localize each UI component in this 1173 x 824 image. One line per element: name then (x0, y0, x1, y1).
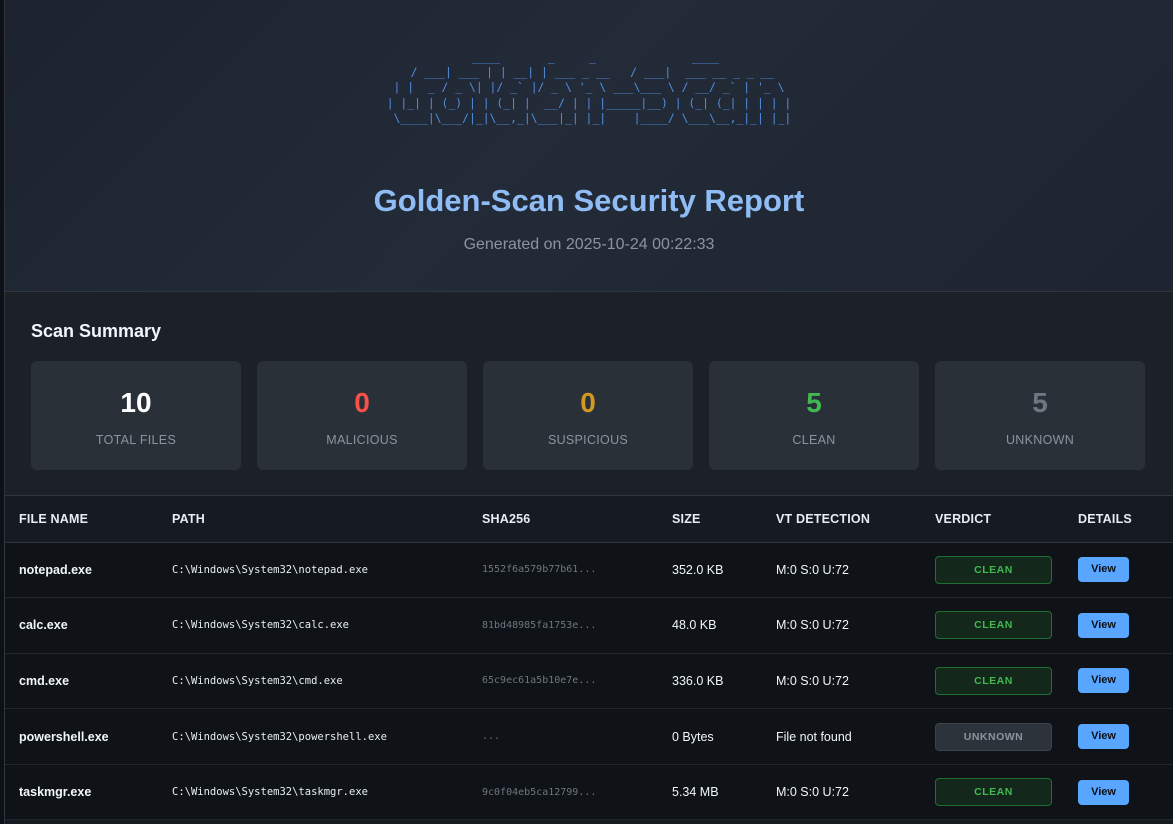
details-cell: View (1064, 708, 1173, 765)
file-path: C:\Windows\System32\powershell.exe (158, 708, 468, 765)
vt-detection: M:0 S:0 U:72 (762, 597, 921, 654)
card-malicious: 0 MALICIOUS (257, 361, 467, 470)
card-clean: 5 CLEAN (709, 361, 919, 470)
verdict-cell: CLEAN (921, 542, 1064, 599)
card-value: 5 (806, 387, 822, 418)
verdict-badge: CLEAN (935, 778, 1052, 807)
file-size: 336.0 KB (658, 653, 762, 710)
card-value: 10 (120, 387, 152, 418)
verdict-badge: CLEAN (935, 555, 1052, 584)
table-row: calc.exe C:\Windows\System32\calc.exe 81… (5, 597, 1173, 654)
card-value: 0 (354, 387, 370, 418)
report-page: ____ _ _ ____ / ___| ___ | | __| | ___ _… (4, 0, 1173, 824)
report-header: ____ _ _ ____ / ___| ___ | | __| | ___ _… (5, 0, 1173, 292)
file-sha256: 1552f6a579b77b61... (468, 542, 658, 599)
table-row: cmd.exe C:\Windows\System32\cmd.exe 65c9… (5, 653, 1173, 710)
file-path: C:\Windows\System32\calc.exe (158, 597, 468, 654)
generated-timestamp: Generated on 2025-10-24 00:22:33 (463, 236, 715, 253)
details-cell: View (1064, 653, 1173, 710)
table-header: FILE NAME PATH SHA256 SIZE VT DETECTION … (5, 496, 1173, 543)
card-label: SUSPICIOUS (547, 433, 629, 447)
file-sha256: ... (468, 708, 658, 765)
verdict-cell: UNKNOWN (921, 708, 1064, 765)
file-sha256: 65c9ec61a5b10e7e... (468, 653, 658, 710)
file-name: taskmgr.exe (5, 764, 158, 821)
page-title: Golden-Scan Security Report (373, 183, 805, 218)
verdict-cell: CLEAN (921, 597, 1064, 654)
card-total-files: 10 TOTAL FILES (31, 361, 241, 470)
summary-title: Scan Summary (31, 321, 162, 341)
vt-detection: File not found (762, 708, 921, 765)
col-vt-detection: VT DETECTION (762, 496, 921, 543)
file-size: 48.0 KB (658, 597, 762, 654)
card-value: 0 (580, 387, 596, 418)
table-row: powershell.exe C:\Windows\System32\power… (5, 708, 1173, 765)
details-cell: View (1064, 597, 1173, 654)
vt-detection: M:0 S:0 U:72 (762, 764, 921, 821)
card-value: 5 (1032, 387, 1048, 418)
summary-cards: 10 TOTAL FILES 0 MALICIOUS 0 SUSPICIOUS … (31, 361, 1145, 470)
vt-detection: M:0 S:0 U:72 (762, 542, 921, 599)
file-name: cmd.exe (5, 653, 158, 710)
file-name: powershell.exe (5, 708, 158, 765)
verdict-badge: UNKNOWN (935, 722, 1052, 751)
results-table: FILE NAME PATH SHA256 SIZE VT DETECTION … (5, 496, 1173, 821)
file-name: notepad.exe (5, 542, 158, 599)
table-row: taskmgr.exe C:\Windows\System32\taskmgr.… (5, 764, 1173, 821)
file-path: C:\Windows\System32\cmd.exe (158, 653, 468, 710)
card-suspicious: 0 SUSPICIOUS (483, 361, 693, 470)
file-sha256: 9c0f04eb5ca12799... (468, 764, 658, 821)
card-label: CLEAN (792, 433, 836, 447)
verdict-cell: CLEAN (921, 764, 1064, 821)
card-label: TOTAL FILES (95, 433, 177, 447)
card-label: MALICIOUS (326, 433, 398, 447)
file-size: 352.0 KB (658, 542, 762, 599)
ascii-logo: ____ _ _ ____ / ___| ___ | | __| | ___ _… (386, 50, 792, 125)
table-row: notepad.exe C:\Windows\System32\notepad.… (5, 542, 1173, 599)
details-cell: View (1064, 764, 1173, 821)
view-button[interactable]: View (1078, 612, 1129, 638)
file-sha256: 81bd48985fa1753e... (468, 597, 658, 654)
file-name: calc.exe (5, 597, 158, 654)
scan-summary: Scan Summary 10 TOTAL FILES 0 MALICIOUS … (5, 292, 1173, 496)
col-path: PATH (158, 496, 468, 543)
file-size: 5.34 MB (658, 764, 762, 821)
col-file-name: FILE NAME (5, 496, 158, 543)
col-sha256: SHA256 (468, 496, 658, 543)
file-path: C:\Windows\System32\taskmgr.exe (158, 764, 468, 821)
col-size: SIZE (658, 496, 762, 543)
vt-detection: M:0 S:0 U:72 (762, 653, 921, 710)
col-verdict: VERDICT (921, 496, 1064, 543)
card-unknown: 5 UNKNOWN (935, 361, 1145, 470)
view-button[interactable]: View (1078, 724, 1129, 750)
file-size: 0 Bytes (658, 708, 762, 765)
details-cell: View (1064, 542, 1173, 599)
col-details: DETAILS (1064, 496, 1173, 543)
verdict-badge: CLEAN (935, 666, 1052, 695)
view-button[interactable]: View (1078, 779, 1129, 805)
card-label: UNKNOWN (1005, 433, 1075, 447)
view-button[interactable]: View (1078, 557, 1129, 583)
file-path: C:\Windows\System32\notepad.exe (158, 542, 468, 599)
verdict-badge: CLEAN (935, 611, 1052, 640)
view-button[interactable]: View (1078, 668, 1129, 694)
verdict-cell: CLEAN (921, 653, 1064, 710)
